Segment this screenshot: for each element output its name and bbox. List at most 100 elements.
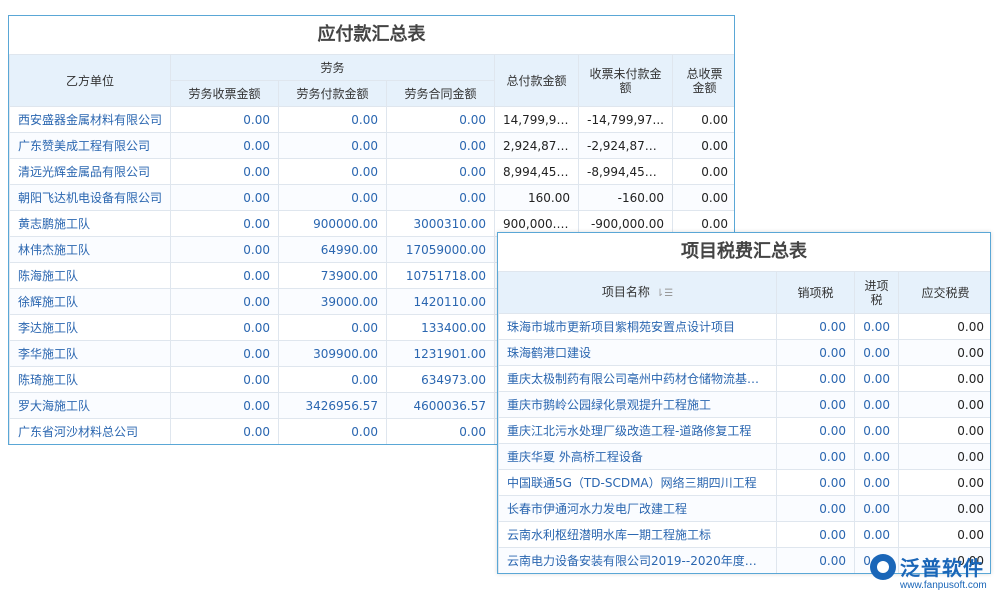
- labor-invoice-cell: 0.00: [171, 185, 279, 211]
- project-cell[interactable]: 珠海市城市更新项目紫桐苑安置点设计项目: [499, 314, 777, 340]
- party-cell[interactable]: 罗大海施工队: [10, 393, 171, 419]
- input-tax-cell: 0.00: [855, 366, 899, 392]
- labor-contract-cell: 133400.00: [387, 315, 495, 341]
- total-invoice-cell: 0.00: [673, 185, 736, 211]
- labor-paid-cell: 900000.00: [279, 211, 387, 237]
- party-cell[interactable]: 李华施工队: [10, 341, 171, 367]
- party-cell[interactable]: 广东省河沙材料总公司: [10, 419, 171, 445]
- party-cell[interactable]: 李达施工队: [10, 315, 171, 341]
- col-unpaid[interactable]: 收票未付款金额: [579, 55, 673, 107]
- project-cell[interactable]: 云南水利枢纽潜明水库一期工程施工标: [499, 522, 777, 548]
- unpaid-cell: -2,924,877....: [579, 133, 673, 159]
- project-cell[interactable]: 中国联通5G（TD-SCDMA）网络三期四川工程: [499, 470, 777, 496]
- input-tax-cell: 0.00: [855, 496, 899, 522]
- project-cell[interactable]: 重庆江北污水处理厂级改造工程-道路修复工程: [499, 418, 777, 444]
- project-cell[interactable]: 长春市伊通河水力发电厂改建工程: [499, 496, 777, 522]
- party-cell[interactable]: 清远光辉金属品有限公司: [10, 159, 171, 185]
- table-row[interactable]: 朝阳飞达机电设备有限公司0.000.000.00160.00-160.000.0…: [10, 185, 736, 211]
- project-cell[interactable]: 重庆华夏 外高桥工程设备: [499, 444, 777, 470]
- tax-table: 项目名称⇂☰ 销项税 进项税 应交税费 珠海市城市更新项目紫桐苑安置点设计项目0…: [498, 271, 991, 574]
- labor-invoice-cell: 0.00: [171, 419, 279, 445]
- labor-invoice-cell: 0.00: [171, 263, 279, 289]
- col-project-label: 项目名称: [602, 285, 650, 299]
- project-cell[interactable]: 云南电力设备安装有限公司2019--2020年度劳务分包: [499, 548, 777, 574]
- labor-paid-cell: 0.00: [279, 107, 387, 133]
- table-row[interactable]: 中国联通5G（TD-SCDMA）网络三期四川工程0.000.000.00: [499, 470, 992, 496]
- input-tax-cell: 0.00: [855, 522, 899, 548]
- payable-tax-cell: 0.00: [899, 392, 992, 418]
- col-total-invoice[interactable]: 总收票金额: [673, 55, 736, 107]
- col-labor-invoice[interactable]: 劳务收票金额: [171, 81, 279, 107]
- party-cell[interactable]: 西安盛器金属材料有限公司: [10, 107, 171, 133]
- total-paid-cell: 2,924,877.98: [495, 133, 579, 159]
- project-cell[interactable]: 重庆太极制药有限公司亳州中药材仓储物流基地项目: [499, 366, 777, 392]
- tax-table-body: 珠海市城市更新项目紫桐苑安置点设计项目0.000.000.00珠海鹤港口建设0.…: [499, 314, 992, 574]
- col-labor-paid[interactable]: 劳务付款金额: [279, 81, 387, 107]
- party-cell[interactable]: 朝阳飞达机电设备有限公司: [10, 185, 171, 211]
- output-tax-cell: 0.00: [777, 418, 855, 444]
- output-tax-cell: 0.00: [777, 366, 855, 392]
- col-party[interactable]: 乙方单位: [10, 55, 171, 107]
- party-cell[interactable]: 广东赞美成工程有限公司: [10, 133, 171, 159]
- table-row[interactable]: 西安盛器金属材料有限公司0.000.000.0014,799,97...-14,…: [10, 107, 736, 133]
- total-paid-cell: 160.00: [495, 185, 579, 211]
- unpaid-cell: -8,994,453....: [579, 159, 673, 185]
- labor-paid-cell: 0.00: [279, 159, 387, 185]
- project-cell[interactable]: 重庆市鹅岭公园绿化景观提升工程施工: [499, 392, 777, 418]
- labor-invoice-cell: 0.00: [171, 367, 279, 393]
- payable-summary-title: 应付款汇总表: [9, 16, 734, 54]
- labor-paid-cell: 39000.00: [279, 289, 387, 315]
- table-row[interactable]: 云南水利枢纽潜明水库一期工程施工标0.000.000.00: [499, 522, 992, 548]
- col-total-paid[interactable]: 总付款金额: [495, 55, 579, 107]
- payable-tax-cell: 0.00: [899, 314, 992, 340]
- total-paid-cell: 8,994,453.40: [495, 159, 579, 185]
- sort-icon[interactable]: ⇂☰: [656, 288, 673, 299]
- unpaid-cell: -14,799,97...: [579, 107, 673, 133]
- labor-contract-cell: 0.00: [387, 107, 495, 133]
- party-cell[interactable]: 陈琦施工队: [10, 367, 171, 393]
- table-row[interactable]: 珠海市城市更新项目紫桐苑安置点设计项目0.000.000.00: [499, 314, 992, 340]
- total-invoice-cell: 0.00: [673, 133, 736, 159]
- table-row[interactable]: 重庆市鹅岭公园绿化景观提升工程施工0.000.000.00: [499, 392, 992, 418]
- party-cell[interactable]: 徐辉施工队: [10, 289, 171, 315]
- output-tax-cell: 0.00: [777, 522, 855, 548]
- table-row[interactable]: 清远光辉金属品有限公司0.000.000.008,994,453.40-8,99…: [10, 159, 736, 185]
- table-row[interactable]: 广东赞美成工程有限公司0.000.000.002,924,877.98-2,92…: [10, 133, 736, 159]
- payable-tax-cell: 0.00: [899, 340, 992, 366]
- party-cell[interactable]: 黄志鹏施工队: [10, 211, 171, 237]
- labor-invoice-cell: 0.00: [171, 341, 279, 367]
- col-output-tax[interactable]: 销项税: [777, 272, 855, 314]
- output-tax-cell: 0.00: [777, 314, 855, 340]
- table-row[interactable]: 重庆太极制药有限公司亳州中药材仓储物流基地项目0.000.000.00: [499, 366, 992, 392]
- labor-paid-cell: 0.00: [279, 185, 387, 211]
- col-project[interactable]: 项目名称 ⇂☰: [499, 272, 777, 314]
- col-input-tax[interactable]: 进项税: [855, 272, 899, 314]
- output-tax-cell: 0.00: [777, 392, 855, 418]
- output-tax-cell: 0.00: [777, 470, 855, 496]
- output-tax-cell: 0.00: [777, 548, 855, 574]
- labor-invoice-cell: 0.00: [171, 133, 279, 159]
- payable-tax-cell: 0.00: [899, 522, 992, 548]
- brand-name: 泛普软件: [900, 552, 984, 581]
- payable-tax-cell: 0.00: [899, 366, 992, 392]
- labor-contract-cell: 10751718.00: [387, 263, 495, 289]
- col-group-labor: 劳务: [171, 55, 495, 81]
- col-labor-contract[interactable]: 劳务合同金额: [387, 81, 495, 107]
- table-row[interactable]: 重庆江北污水处理厂级改造工程-道路修复工程0.000.000.00: [499, 418, 992, 444]
- party-cell[interactable]: 陈海施工队: [10, 263, 171, 289]
- table-row[interactable]: 重庆华夏 外高桥工程设备0.000.000.00: [499, 444, 992, 470]
- labor-invoice-cell: 0.00: [171, 393, 279, 419]
- output-tax-cell: 0.00: [777, 444, 855, 470]
- party-cell[interactable]: 林伟杰施工队: [10, 237, 171, 263]
- labor-contract-cell: 0.00: [387, 419, 495, 445]
- labor-contract-cell: 17059000.00: [387, 237, 495, 263]
- project-cell[interactable]: 珠海鹤港口建设: [499, 340, 777, 366]
- table-row[interactable]: 长春市伊通河水力发电厂改建工程0.000.000.00: [499, 496, 992, 522]
- col-payable-tax[interactable]: 应交税费: [899, 272, 992, 314]
- labor-invoice-cell: 0.00: [171, 107, 279, 133]
- labor-paid-cell: 73900.00: [279, 263, 387, 289]
- labor-paid-cell: 64990.00: [279, 237, 387, 263]
- labor-paid-cell: 0.00: [279, 419, 387, 445]
- labor-invoice-cell: 0.00: [171, 289, 279, 315]
- table-row[interactable]: 珠海鹤港口建设0.000.000.00: [499, 340, 992, 366]
